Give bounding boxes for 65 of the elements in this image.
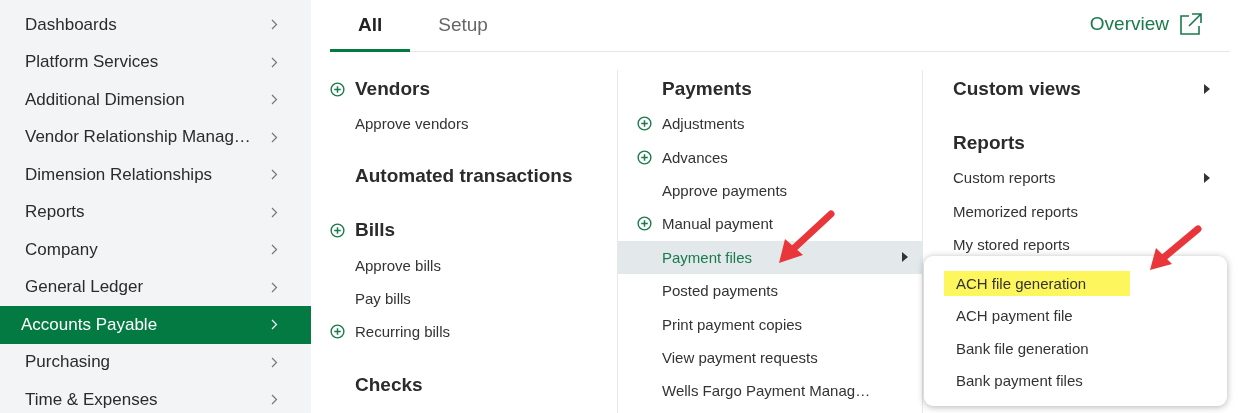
- menu-link[interactable]: Approve payments: [662, 181, 788, 199]
- menu-link[interactable]: Pay bills: [355, 289, 411, 307]
- menu-link[interactable]: Wells Fargo Payment Manag…: [662, 382, 871, 400]
- caret-right-icon[interactable]: [902, 252, 908, 263]
- add-icon[interactable]: [330, 324, 345, 340]
- menu-item-label[interactable]: Payment files: [662, 248, 753, 266]
- caret-right-icon[interactable]: [1204, 84, 1210, 94]
- sidebar-item[interactable]: General Ledger: [0, 268, 311, 306]
- chevron-right-icon: [271, 19, 278, 31]
- menu-item[interactable]: Payment files: [618, 240, 922, 274]
- sidebar-item[interactable]: Dimension Relationships: [0, 156, 311, 194]
- sidebar-item[interactable]: Additional Dimension: [0, 81, 311, 119]
- menu-link[interactable]: Posted payments: [662, 282, 778, 300]
- add-icon[interactable]: [637, 116, 652, 132]
- section-heading: Vendors: [355, 78, 430, 100]
- section-heading: Automated transactions: [355, 165, 573, 188]
- sidebar-item[interactable]: Vendor Relationship Manag…: [0, 118, 311, 156]
- overview-link[interactable]: Overview: [1089, 12, 1169, 35]
- section-heading: Reports: [953, 132, 1025, 154]
- submenu-item[interactable]: ACH file generation: [944, 270, 1131, 296]
- menu-link[interactable]: Custom reports: [953, 169, 1056, 187]
- section-heading: Custom views: [953, 78, 1081, 100]
- caret-right-icon[interactable]: [1204, 172, 1210, 183]
- chevron-right-icon: [271, 356, 278, 368]
- menu-link[interactable]: Advances: [662, 148, 728, 166]
- sidebar-item[interactable]: Time & Expenses: [0, 381, 311, 413]
- add-icon[interactable]: [637, 216, 652, 232]
- chevron-right-icon: [271, 319, 278, 331]
- sidebar-item[interactable]: Dashboards: [0, 6, 311, 44]
- add-icon[interactable]: [330, 222, 345, 238]
- menu-link[interactable]: My stored reports: [953, 235, 1070, 253]
- tab[interactable]: All: [330, 0, 411, 52]
- chevron-right-icon: [271, 394, 278, 406]
- chevron-right-icon: [271, 244, 278, 256]
- chevron-right-icon: [271, 94, 278, 106]
- chevron-right-icon: [271, 131, 278, 143]
- sidebar-item[interactable]: Purchasing: [0, 343, 311, 381]
- chevron-right-icon: [271, 281, 278, 293]
- tab[interactable]: Setup: [410, 0, 516, 52]
- section-heading: Payments: [662, 78, 752, 100]
- add-icon[interactable]: [330, 81, 345, 97]
- annotation-arrow: [1148, 224, 1204, 272]
- menu-link[interactable]: Memorized reports: [953, 202, 1079, 220]
- menu-link[interactable]: Approve vendors: [355, 115, 469, 133]
- menu-link[interactable]: Print payment copies: [662, 315, 803, 333]
- external-link-icon[interactable]: [1179, 11, 1203, 36]
- submenu-item[interactable]: Bank payment files: [944, 368, 1095, 394]
- sidebar-item[interactable]: Reports: [0, 193, 311, 231]
- menu-link[interactable]: Adjustments: [662, 115, 745, 133]
- menu-link[interactable]: View payment requests: [662, 348, 818, 366]
- add-icon[interactable]: [637, 149, 652, 165]
- section-heading: Checks: [355, 373, 423, 396]
- submenu-item[interactable]: ACH payment file: [944, 303, 1085, 329]
- menu-link[interactable]: Approve bills: [355, 256, 441, 274]
- sidebar-item[interactable]: Platform Services: [0, 43, 311, 81]
- menu-link[interactable]: Manual payment: [662, 215, 773, 233]
- annotation-arrow: [777, 209, 837, 265]
- submenu-item[interactable]: Bank file generation: [944, 335, 1101, 361]
- sidebar-item[interactable]: Company: [0, 231, 311, 269]
- sidebar-item[interactable]: Accounts Payable: [0, 306, 311, 344]
- chevron-right-icon: [271, 206, 278, 218]
- chevron-right-icon: [271, 56, 278, 68]
- menu-link[interactable]: Recurring bills: [355, 323, 451, 341]
- section-heading: Bills: [355, 219, 396, 242]
- chevron-right-icon: [271, 169, 278, 181]
